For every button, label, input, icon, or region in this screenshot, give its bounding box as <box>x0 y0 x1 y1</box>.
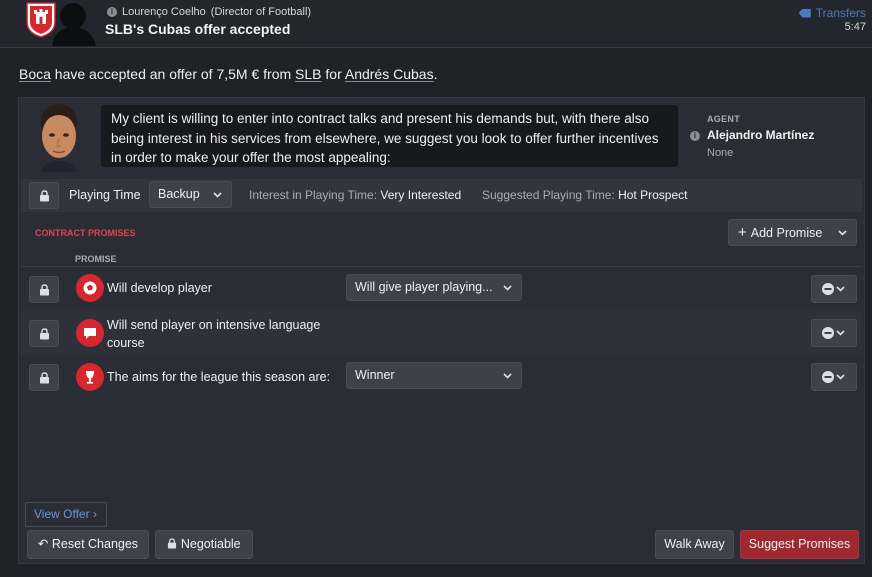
suggested-playing-time: Suggested Playing Time: Hot Prospect <box>482 188 687 202</box>
interest-value: Very Interested <box>380 188 462 202</box>
agent-label: AGENT <box>707 114 740 124</box>
promise-option-select[interactable]: Winner <box>346 362 522 389</box>
promise-option-value: Will give player playing... <box>355 280 493 294</box>
lock-icon <box>168 538 177 549</box>
lock-icon <box>39 327 49 339</box>
playing-time-row: Playing Time Backup Interest in Playing … <box>21 179 862 212</box>
section-title: CONTRACT PROMISES <box>35 228 136 238</box>
lock-button[interactable] <box>29 320 59 347</box>
reset-changes-button[interactable]: ↶ Reset Changes <box>27 530 149 559</box>
promise-row: Will send player on intensive language c… <box>21 311 862 355</box>
lock-button[interactable] <box>29 364 59 391</box>
add-promise-button[interactable]: + Add Promise <box>728 219 857 246</box>
chevron-right-icon: › <box>92 507 97 521</box>
category-label: Transfers <box>815 6 866 20</box>
suggested-value: Hot Prospect <box>618 188 688 202</box>
sender-line: i Lourenço Coelho (Director of Football) <box>107 6 311 18</box>
playing-time-select[interactable]: Backup <box>149 181 232 208</box>
remove-promise-button[interactable] <box>811 363 857 391</box>
remove-promise-button[interactable] <box>811 319 857 347</box>
agent-subtitle: None <box>707 147 734 159</box>
sender-silhouette-icon <box>52 3 96 46</box>
agent-name[interactable]: Alejandro Martínez <box>707 128 814 142</box>
negotiable-button[interactable]: Negotiable <box>155 530 253 559</box>
suggest-promises-button[interactable]: Suggest Promises <box>740 530 859 559</box>
headline-text: have accepted an offer of 7,5M € from <box>50 66 296 82</box>
sender-name[interactable]: Lourenço Coelho <box>122 6 206 18</box>
promise-text: The aims for the league this season are: <box>107 370 331 384</box>
playing-time-label: Playing Time <box>69 188 141 202</box>
sender-role: (Director of Football) <box>210 6 312 18</box>
lock-icon <box>39 283 49 295</box>
category-link[interactable]: Transfers <box>798 6 866 20</box>
minus-circle-chevron-icon <box>822 371 845 383</box>
view-offer-label: View Offer <box>34 507 90 521</box>
tag-icon <box>798 8 811 18</box>
chevron-down-icon <box>503 285 512 291</box>
promise-text: Will develop player <box>107 281 212 295</box>
minus-circle-chevron-icon <box>822 283 845 295</box>
lock-button[interactable] <box>29 276 59 303</box>
promise-option-select[interactable]: Will give player playing... <box>346 274 522 301</box>
suggested-label: Suggested Playing Time: <box>482 188 615 202</box>
headline: Boca have accepted an offer of 7,5M € fr… <box>19 66 437 82</box>
message-header: i Lourenço Coelho (Director of Football)… <box>0 0 872 48</box>
selling-club-link[interactable]: Boca <box>19 66 51 82</box>
remove-promise-button[interactable] <box>811 275 857 303</box>
playing-time-value: Backup <box>158 187 200 201</box>
agent-info-icon[interactable]: i <box>690 131 700 141</box>
promise-row: The aims for the league this season are:… <box>21 355 862 399</box>
negotiable-label: Negotiable <box>180 537 241 551</box>
contract-promises-panel: My client is willing to enter into contr… <box>18 97 865 564</box>
message-subject: SLB's Cubas offer accepted <box>105 21 291 37</box>
trophy-icon <box>76 363 104 391</box>
chevron-down-icon <box>213 192 222 198</box>
promise-text: Will send player on intensive language c… <box>107 318 321 350</box>
player-portrait[interactable] <box>29 100 89 172</box>
chevron-down-icon <box>838 230 847 236</box>
lock-icon <box>39 371 49 383</box>
agent-message: My client is willing to enter into contr… <box>101 105 678 167</box>
interest-label: Interest in Playing Time: <box>249 188 378 202</box>
add-promise-label: Add Promise <box>750 226 823 240</box>
view-offer-button[interactable]: View Offer › <box>25 502 107 527</box>
undo-icon: ↶ <box>37 537 49 551</box>
walk-away-button[interactable]: Walk Away <box>655 530 734 559</box>
promise-column-header: PROMISE <box>75 254 117 264</box>
info-icon[interactable]: i <box>107 7 117 17</box>
reset-changes-label: Reset Changes <box>51 537 139 551</box>
chevron-down-icon <box>503 373 512 379</box>
buying-club-link[interactable]: SLB <box>295 66 321 82</box>
promise-option-value: Winner <box>355 368 395 382</box>
player-link[interactable]: Andrés Cubas <box>345 66 434 82</box>
plus-icon: + <box>738 224 747 241</box>
lock-button[interactable] <box>29 182 59 209</box>
headline-text: for <box>321 66 345 82</box>
speech-bubble-icon <box>76 319 104 347</box>
football-icon <box>76 274 104 302</box>
headline-text: . <box>433 66 438 82</box>
message-time: 5:47 <box>844 21 866 33</box>
promise-row: Will develop player Will give player pla… <box>21 267 862 311</box>
minus-circle-chevron-icon <box>822 327 845 339</box>
lock-icon <box>39 189 49 201</box>
promise-table: Will develop player Will give player pla… <box>21 266 862 402</box>
interest-in-playing-time: Interest in Playing Time: Very Intereste… <box>249 188 461 202</box>
